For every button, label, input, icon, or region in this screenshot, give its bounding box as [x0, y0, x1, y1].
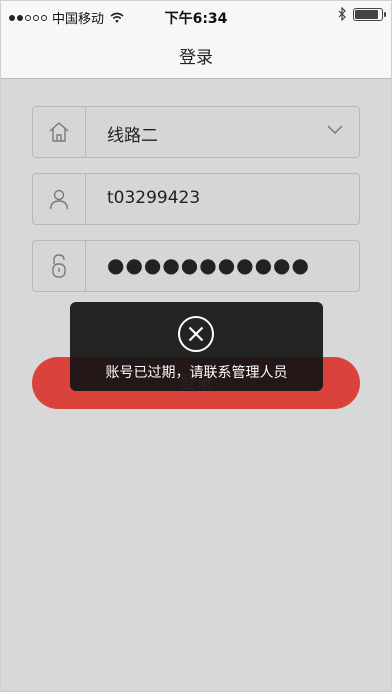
- battery-level: [355, 9, 378, 19]
- nav-bar: 登录: [1, 31, 391, 79]
- username-value: t03299423: [107, 188, 201, 208]
- close-circle-icon: [178, 316, 214, 352]
- home-icon: [49, 122, 69, 142]
- lock-icon: [52, 254, 66, 278]
- status-time: 下午6:34: [164, 11, 228, 27]
- page-title: 登录: [179, 48, 213, 68]
- line-select[interactable]: 线路二: [32, 106, 360, 158]
- status-right: [338, 7, 386, 21]
- battery-icon: [353, 7, 386, 21]
- line-select-value: 线路二: [107, 126, 158, 146]
- user-icon: [49, 189, 69, 210]
- bluetooth-icon: [338, 7, 346, 21]
- app-screen: 中国移动 下午6:34 登录 线路二 t03299423 ●●●●●●●●●●●…: [0, 0, 392, 692]
- username-icon-box: [33, 174, 86, 224]
- toast-message: 账号已过期，请联系管理人员: [105, 365, 288, 381]
- username-field[interactable]: t03299423: [32, 173, 360, 225]
- error-toast: 账号已过期，请联系管理人员: [70, 302, 323, 391]
- status-bar: 中国移动 下午6:34: [1, 1, 391, 31]
- password-value: ●●●●●●●●●●●: [107, 253, 310, 277]
- password-field[interactable]: ●●●●●●●●●●●: [32, 240, 360, 292]
- chevron-down-icon[interactable]: [327, 125, 343, 135]
- password-icon-box: [33, 241, 86, 291]
- line-select-icon-box: [33, 107, 86, 157]
